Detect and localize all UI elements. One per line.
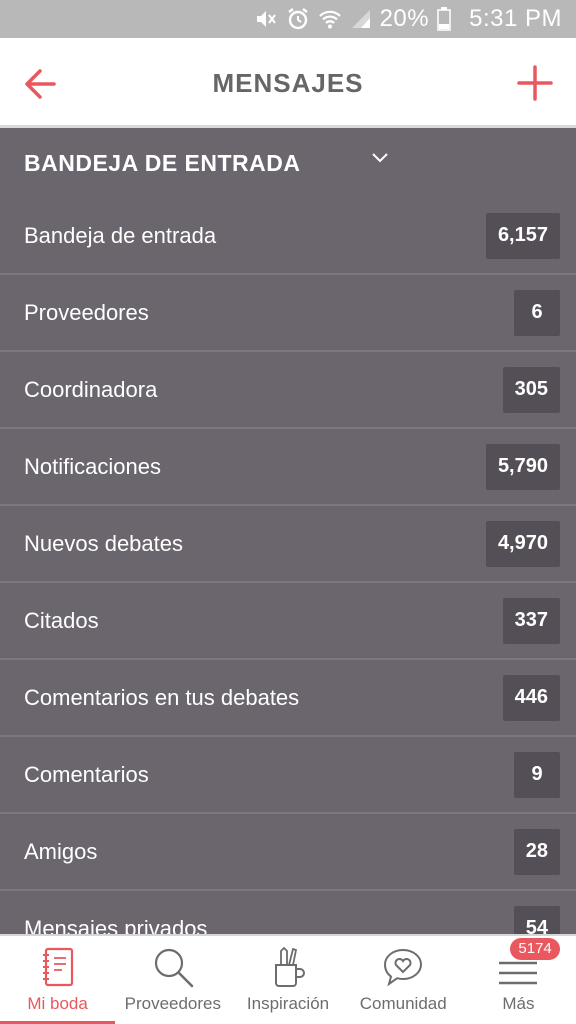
list-item-notificaciones[interactable]: Notificaciones 5,790 — [0, 429, 576, 506]
list-item-amigos[interactable]: Amigos 28 — [0, 814, 576, 891]
app-header: MENSAJES — [0, 38, 576, 128]
list-item-proveedores[interactable]: Proveedores 6 — [0, 275, 576, 352]
nav-label: Comunidad — [359, 994, 447, 1013]
nav-item-proveedores[interactable]: Proveedores — [115, 936, 230, 1024]
list-item-label: Proveedores — [24, 299, 149, 325]
nav-item-inspiracion[interactable]: Inspiración — [230, 936, 345, 1024]
list-item-label: Amigos — [24, 838, 98, 864]
list-item-mensajes-privados[interactable]: Mensajes privados 54 — [0, 891, 576, 934]
nav-item-mi-boda[interactable]: Mi boda — [0, 936, 116, 1024]
heart-chat-icon — [381, 944, 425, 990]
count-badge: 4,970 — [485, 520, 560, 567]
inbox-dropdown[interactable]: BANDEJA DE ENTRADA — [0, 128, 576, 198]
list-item-comentarios-en-tus-debates[interactable]: Comentarios en tus debates 446 — [0, 660, 576, 737]
list-item-label: Mensajes privados — [24, 915, 208, 935]
list-item-nuevos-debates[interactable]: Nuevos debates 4,970 — [0, 506, 576, 583]
alarm-icon — [286, 7, 310, 31]
status-bar: 20% 5:31 PM — [0, 0, 576, 38]
notification-badge: 5174 — [510, 938, 560, 960]
clock: 5:31 PM — [469, 5, 562, 32]
battery-icon — [437, 7, 451, 31]
list-item-label: Citados — [24, 607, 99, 633]
nav-item-mas[interactable]: 5174 Más — [461, 936, 576, 1024]
plus-icon — [517, 65, 553, 101]
count-badge: 5,790 — [485, 443, 560, 490]
list-item-label: Comentarios en tus debates — [24, 684, 300, 710]
count-badge: 6,157 — [485, 212, 560, 259]
list-item-label: Notificaciones — [24, 453, 161, 479]
signal-icon — [350, 7, 372, 31]
count-badge: 9 — [514, 751, 560, 798]
list-item-label: Comentarios — [24, 761, 149, 787]
search-icon — [151, 944, 195, 990]
notebook-icon — [41, 944, 75, 990]
list-item-citados[interactable]: Citados 337 — [0, 583, 576, 660]
section-title: BANDEJA DE ENTRADA — [24, 149, 301, 176]
chevron-down-icon — [371, 151, 389, 169]
nav-label: Más — [502, 994, 535, 1013]
list-item-comentarios[interactable]: Comentarios 9 — [0, 737, 576, 814]
nav-label: Proveedores — [124, 994, 221, 1013]
count-badge: 337 — [502, 597, 560, 644]
battery-percent: 20% — [379, 5, 430, 32]
nav-label: Mi boda — [27, 994, 88, 1013]
list-item-label: Nuevos debates — [24, 530, 183, 556]
list-item-bandeja-de-entrada[interactable]: Bandeja de entrada 6,157 — [0, 198, 576, 275]
nav-item-comunidad[interactable]: Comunidad — [346, 936, 461, 1024]
count-badge: 446 — [502, 674, 560, 721]
mute-icon — [254, 7, 278, 31]
wifi-icon — [318, 7, 342, 31]
list-item-label: Coordinadora — [24, 376, 158, 402]
page-title: MENSAJES — [212, 68, 364, 98]
count-badge: 305 — [502, 366, 560, 413]
list-item-label: Bandeja de entrada — [24, 222, 217, 248]
list-item-coordinadora[interactable]: Coordinadora 305 — [0, 352, 576, 429]
mailbox-list: BANDEJA DE ENTRADA Bandeja de entrada 6,… — [0, 128, 576, 934]
nav-label: Inspiración — [246, 994, 330, 1013]
pencil-cup-icon — [268, 944, 308, 990]
count-badge: 54 — [513, 905, 560, 934]
count-badge: 28 — [513, 828, 560, 875]
bottom-nav: Mi boda Proveedores Inspiración Comunida… — [0, 934, 576, 1024]
new-message-button[interactable] — [514, 62, 556, 104]
count-badge: 6 — [514, 289, 560, 336]
